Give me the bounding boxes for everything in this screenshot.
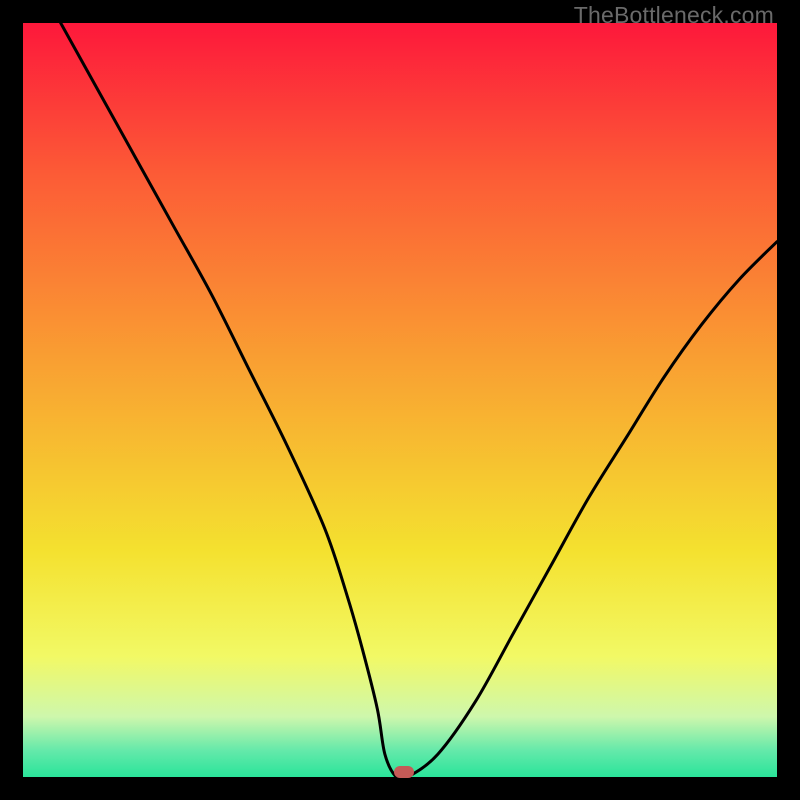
chart-frame	[23, 23, 777, 777]
gradient-background	[23, 23, 777, 777]
optimum-marker	[394, 766, 414, 778]
watermark-text: TheBottleneck.com	[574, 2, 774, 29]
bottleneck-chart	[23, 23, 777, 777]
